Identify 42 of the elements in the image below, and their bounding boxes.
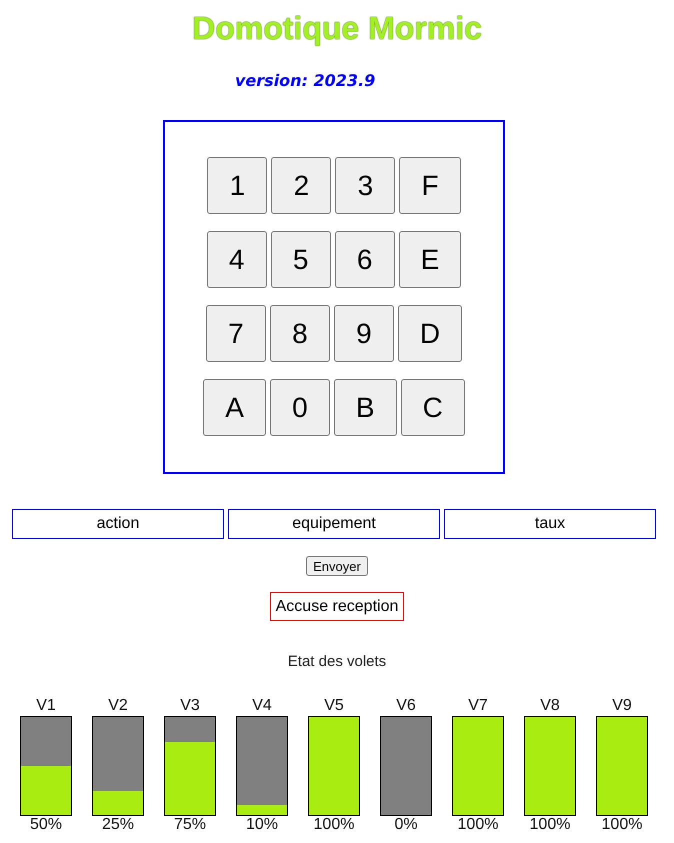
level-reading: 10% [246,816,278,834]
level-reading: 25% [102,816,134,834]
shutter-label: V1 [36,697,56,715]
shutter-label: V7 [468,697,488,715]
send-button[interactable]: Envoyer [306,556,368,576]
level-reading: 100% [530,816,570,834]
keypad-key[interactable]: 8 [270,305,330,362]
page-title: Domotique Mormic [192,10,482,46]
keypad-key[interactable]: D [398,305,462,362]
output-field: equipement [228,509,440,539]
acknowledgement-box: Accuse reception [270,592,404,621]
level-reading: 100% [458,816,498,834]
keypad-key[interactable]: E [398,231,462,288]
keypad-key[interactable]: 3 [335,157,396,214]
level-reading: 0% [394,816,418,834]
shutter-label: V2 [108,697,128,715]
keypad-key[interactable]: 5 [270,231,331,288]
output-field: action [12,509,224,539]
level-reading: 100% [314,816,354,834]
keypad-key[interactable]: F [399,157,461,214]
level-reading: 75% [174,816,206,834]
keypad-key[interactable]: C [400,379,465,436]
keypad-key[interactable]: A [203,379,266,436]
shutter-label: V6 [396,697,416,715]
output-field: taux [444,509,656,539]
keypad-key[interactable]: 4 [206,231,267,288]
keypad-key[interactable]: 6 [334,231,395,288]
section-title: Etat des volets [288,653,386,670]
keypad-key[interactable]: 0 [270,379,330,436]
shutter-label: V8 [540,697,560,715]
level-reading: 50% [30,816,62,834]
keypad-key[interactable]: B [334,379,397,436]
keypad-key[interactable]: 7 [206,305,266,362]
keypad-key[interactable]: 9 [334,305,394,362]
keypad-key[interactable]: 1 [207,157,268,214]
shutter-label: V3 [180,697,200,715]
level-reading: 100% [602,816,642,834]
shutter-label: V9 [612,697,632,715]
version-label: version: 2023.9 [235,71,376,90]
shutter-label: V5 [324,697,344,715]
keypad-key[interactable]: 2 [271,157,332,214]
shutter-label: V4 [252,697,272,715]
